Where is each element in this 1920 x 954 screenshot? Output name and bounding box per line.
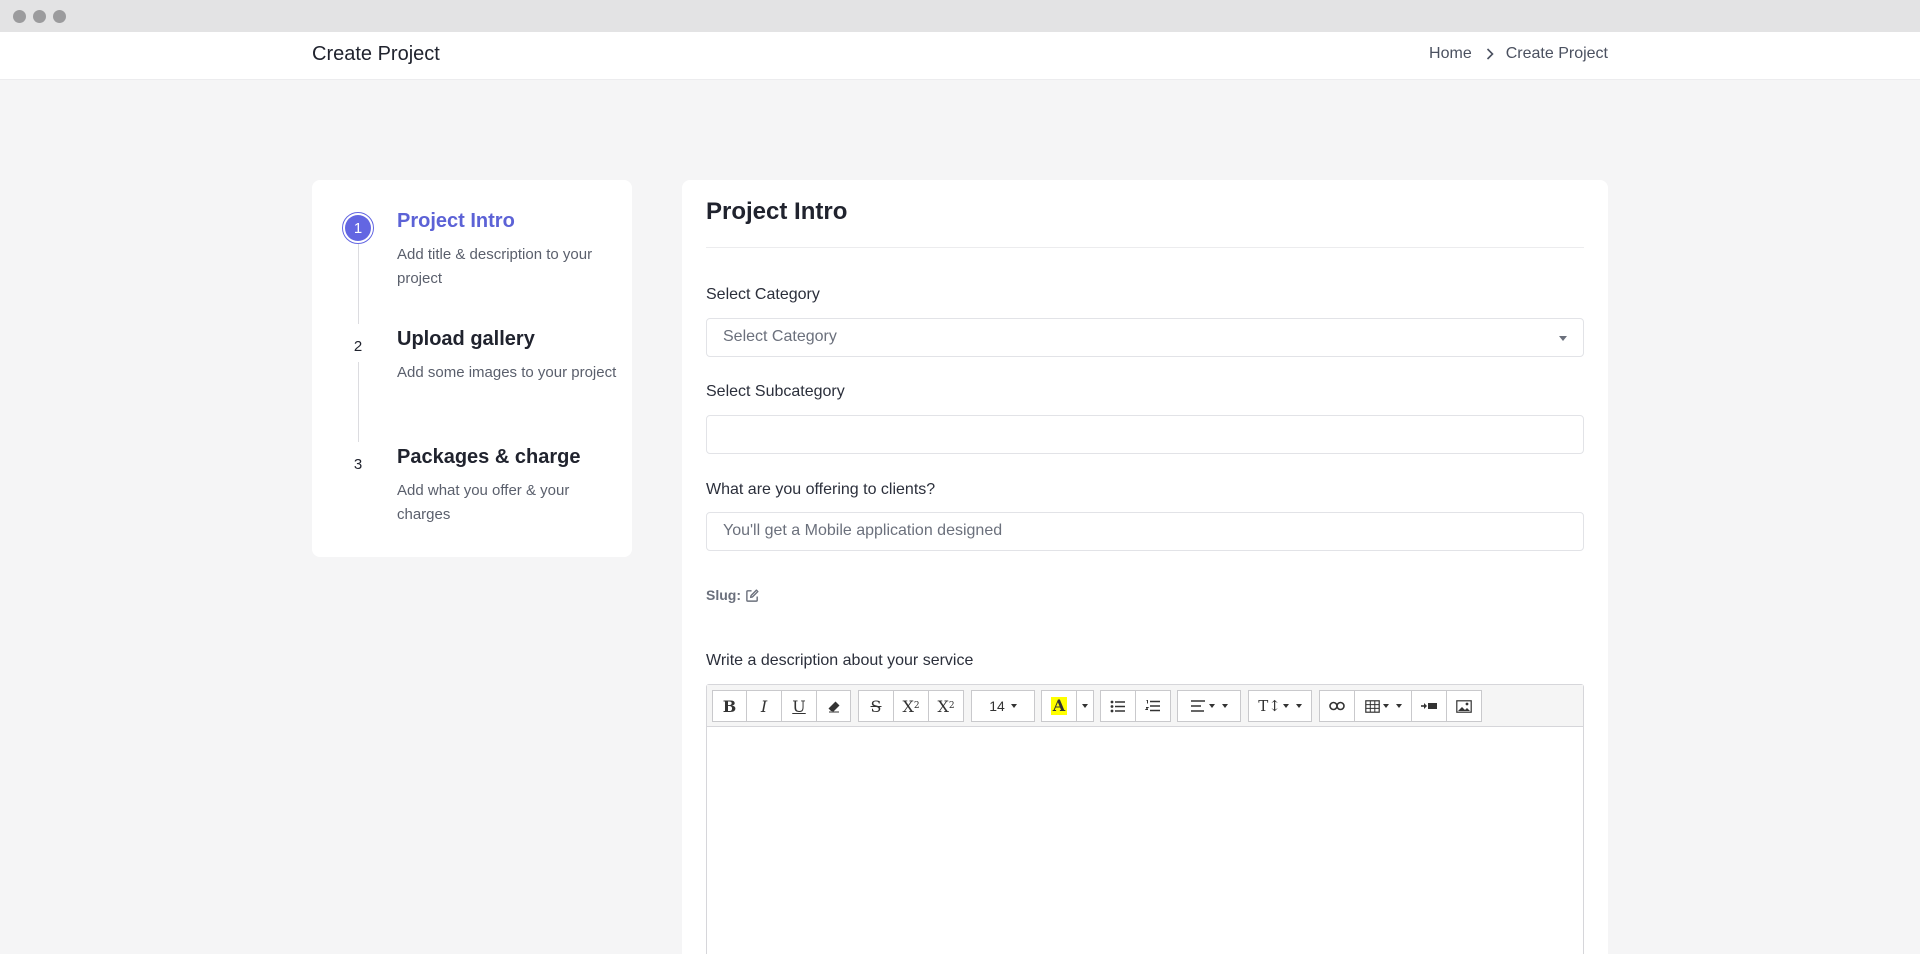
- eraser-icon: [828, 701, 839, 713]
- caret-down-icon: [1559, 336, 1567, 341]
- highlight-color-dropdown[interactable]: [1076, 690, 1094, 722]
- offering-label: What are you offering to clients?: [706, 481, 936, 498]
- step-number-badge: 2: [342, 330, 374, 362]
- paragraph-align-dropdown[interactable]: [1177, 690, 1241, 722]
- table-icon: [1364, 699, 1380, 713]
- project-intro-form: Project Intro Select Category Select Cat…: [682, 180, 1608, 954]
- page-header: Create Project Home Create Project: [0, 32, 1920, 80]
- window-minimize-dot[interactable]: [33, 10, 46, 23]
- bullet-list-icon: [1110, 700, 1125, 712]
- subcategory-label: Select Subcategory: [706, 383, 845, 400]
- step-title: Project Intro: [397, 210, 515, 232]
- table-dropdown[interactable]: [1354, 690, 1412, 722]
- caret-down-icon: [1010, 704, 1017, 708]
- category-selected-value: Select Category: [723, 328, 837, 345]
- underline-button[interactable]: U: [781, 690, 817, 722]
- description-label: Write a description about your service: [706, 652, 974, 669]
- step-description: Add some images to your project: [397, 364, 617, 381]
- horizontal-rule-icon: [1421, 703, 1437, 709]
- superscript-button[interactable]: X2: [893, 690, 929, 722]
- breadcrumb: Home Create Project: [1429, 45, 1608, 63]
- rich-text-editor[interactable]: B I U S X2 X2 14 A T↕: [706, 684, 1584, 954]
- line-height-dropdown[interactable]: T↕: [1248, 690, 1312, 722]
- bold-button[interactable]: B: [712, 690, 747, 722]
- category-label: Select Category: [706, 286, 820, 303]
- step-connector: [358, 244, 359, 324]
- step-description: Add title & description to your project: [397, 246, 593, 287]
- caret-down-icon: [1282, 704, 1289, 708]
- caret-down-icon: [1082, 704, 1088, 708]
- chevron-right-icon: [1486, 48, 1494, 60]
- step-connector: [358, 362, 359, 442]
- offering-placeholder: You'll get a Mobile application designed: [723, 522, 1003, 539]
- italic-button[interactable]: I: [746, 690, 782, 722]
- link-icon: [1329, 701, 1345, 711]
- font-size-dropdown[interactable]: 14: [971, 690, 1035, 722]
- page-title: Create Project: [312, 43, 440, 65]
- numbered-list-button[interactable]: [1135, 690, 1171, 722]
- breadcrumb-current: Create Project: [1505, 45, 1608, 62]
- insert-image-button[interactable]: [1446, 690, 1482, 722]
- step-title: Packages & charge: [397, 446, 581, 468]
- caret-down-icon: [1221, 704, 1228, 708]
- edit-icon[interactable]: [745, 588, 760, 603]
- horizontal-rule-button[interactable]: [1411, 690, 1447, 722]
- editor-toolbar: B I U S X2 X2 14 A T↕: [707, 685, 1583, 727]
- text-highlight-icon: A: [1050, 696, 1068, 715]
- divider: [706, 247, 1584, 248]
- breadcrumb-home-link[interactable]: Home: [1429, 45, 1472, 63]
- caret-down-icon: [1295, 704, 1302, 708]
- numbered-list-icon: [1145, 700, 1160, 712]
- window-close-dot[interactable]: [13, 10, 26, 23]
- image-icon: [1456, 699, 1472, 713]
- step-description: Add what you offer & your charges: [397, 482, 570, 523]
- step-number-badge: 1: [342, 212, 374, 244]
- subscript-button[interactable]: X2: [928, 690, 964, 722]
- caret-down-icon: [1395, 704, 1402, 708]
- slug-label: Slug:: [706, 587, 741, 603]
- window-maximize-dot[interactable]: [53, 10, 66, 23]
- slug-row: Slug:: [706, 587, 760, 603]
- step-title: Upload gallery: [397, 328, 535, 350]
- offering-input[interactable]: You'll get a Mobile application designed: [706, 512, 1584, 551]
- align-left-icon: [1190, 700, 1205, 712]
- category-select[interactable]: Select Category: [706, 318, 1584, 357]
- steps-sidebar: 1 Project Intro Add title & description …: [312, 180, 632, 557]
- text-height-icon: T↕: [1258, 697, 1281, 715]
- font-size-value: 14: [989, 698, 1005, 714]
- step-number-badge: 3: [342, 448, 374, 480]
- strikethrough-button[interactable]: S: [858, 690, 894, 722]
- editor-content-area[interactable]: [707, 728, 1583, 954]
- highlight-color-button[interactable]: A: [1041, 690, 1077, 722]
- browser-titlebar: [0, 0, 1920, 32]
- subcategory-select[interactable]: [706, 415, 1584, 454]
- section-title: Project Intro: [706, 198, 848, 225]
- caret-down-icon: [1382, 704, 1389, 708]
- link-button[interactable]: [1319, 690, 1355, 722]
- bullet-list-button[interactable]: [1100, 690, 1136, 722]
- clear-format-button[interactable]: [816, 690, 851, 722]
- caret-down-icon: [1208, 704, 1215, 708]
